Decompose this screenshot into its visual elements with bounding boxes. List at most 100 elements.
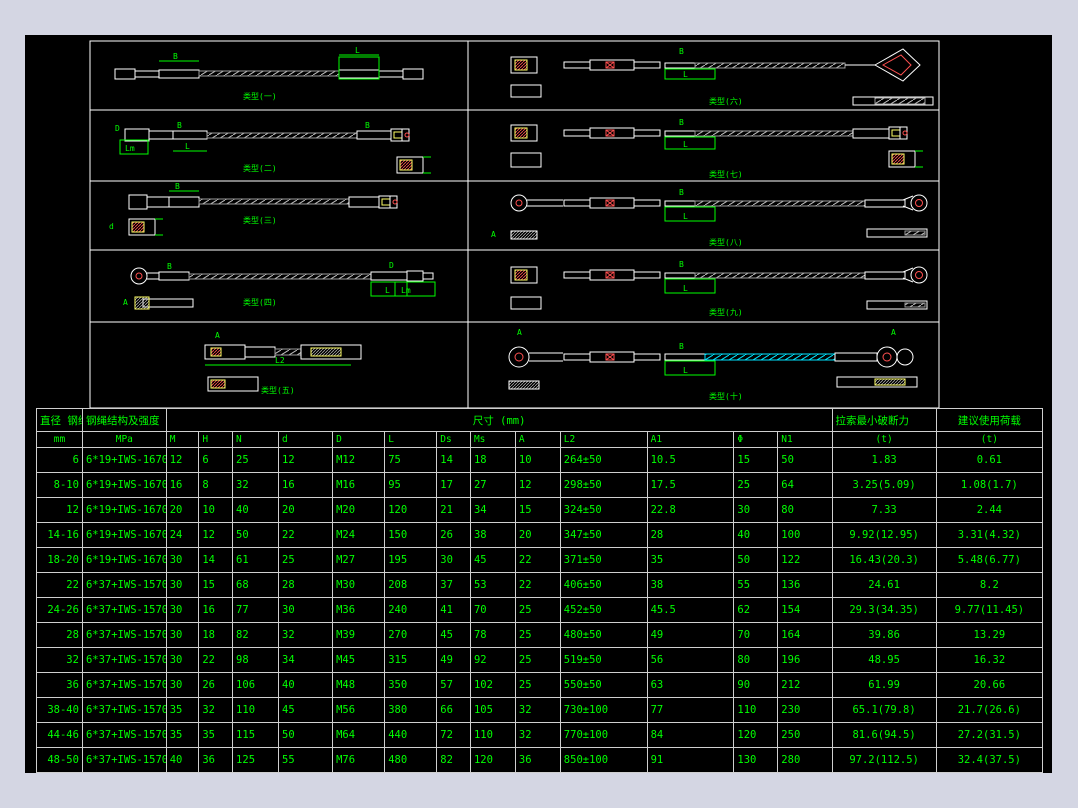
type-2-caption: 类型(二) (243, 163, 277, 173)
unit-cell: MPa (81, 431, 167, 448)
unit-cell: L2 (559, 431, 648, 448)
table-cell: M45 (332, 647, 386, 673)
table-cell: 20.66 (935, 672, 1044, 698)
header-working-load: 建议使用荷载 (935, 408, 1044, 432)
type-2-dim-b2: B (365, 121, 370, 130)
unit-cell: N (232, 431, 279, 448)
table-cell: 264±50 (559, 447, 648, 473)
table-cell: 53 (469, 572, 516, 598)
table-cell: 90 (733, 672, 779, 698)
table-cell: 6*37+IWS-1570 (81, 722, 167, 748)
table-cell: 10 (514, 447, 561, 473)
type-2-dim-l: L (185, 142, 190, 151)
table-cell: 406±50 (559, 572, 648, 598)
table-cell: 35 (198, 722, 234, 748)
table-cell: 30 (165, 672, 200, 698)
table-cell: 34 (469, 497, 516, 523)
table-cell: 26 (198, 672, 234, 698)
table-cell: 371±50 (559, 547, 648, 573)
unit-cell: H (198, 431, 234, 448)
table-cell: 120 (733, 722, 779, 748)
table-row: 44-46 6*37+IWS-1570 35 35 115 50 M64 440 72 110 32… (36, 722, 1044, 748)
table-cell: 324±50 (559, 497, 648, 523)
unit-cell: M (165, 431, 200, 448)
type-6-caption: 类型(六) (709, 96, 743, 106)
table-unit-row: mm MPa M H Nd D L Ds Ms A L2 A1 Φ N1 (t) (t) (36, 431, 1044, 448)
table-cell: 12 (198, 522, 234, 548)
table-cell: 97.2(112.5) (831, 747, 937, 773)
table-cell: 70 (469, 597, 516, 623)
table-cell: M39 (332, 622, 386, 648)
table-cell: 440 (384, 722, 438, 748)
table-cell: 81.6(94.5) (831, 722, 937, 748)
table-cell: 164 (777, 622, 833, 648)
type-4-dim-b: B (167, 262, 172, 271)
table-cell: 45.5 (646, 597, 735, 623)
type-10-dim-a: A (517, 328, 522, 337)
table-cell: 230 (777, 697, 833, 723)
table-cell: 72 (436, 722, 471, 748)
table-cell: 6*19+IWS-1670 (81, 497, 167, 523)
unit-cell: D (332, 431, 386, 448)
table-cell: 22 (514, 572, 561, 598)
table-cell: 30 (733, 497, 779, 523)
table-row: 12 6*19+IWS-1670 20 10 40 20 M20 120 21 34 15 324±5… (36, 497, 1044, 523)
table-cell: 37 (436, 572, 471, 598)
table-cell: 380 (384, 697, 438, 723)
type-10-caption: 类型(十) (709, 391, 743, 401)
table-cell: 92 (469, 647, 516, 673)
table-cell: 21.7(26.6) (935, 697, 1044, 723)
type-3-dim-d: d (109, 222, 114, 231)
table-cell: 32 (514, 722, 561, 748)
table-cell: 25 (733, 472, 779, 498)
type-8-dim-b: B (679, 188, 684, 197)
cad-viewport[interactable]: B L 类型(一) D Lm B L B 类型(二) B d 类型(三) B D… (25, 35, 1052, 773)
type-8-caption: 类型(八) (709, 237, 743, 247)
table-cell: 27 (469, 472, 516, 498)
table-cell: 36 (198, 747, 234, 773)
table-cell: 65.1(79.8) (831, 697, 937, 723)
table-cell: 18 (469, 447, 516, 473)
unit-cell: (t) (831, 431, 937, 448)
table-cell: 62 (733, 597, 779, 623)
table-cell: 16.32 (935, 647, 1044, 673)
table-cell: 519±50 (559, 647, 648, 673)
table-cell: M64 (332, 722, 386, 748)
table-cell: 22 (277, 522, 334, 548)
table-cell: M48 (332, 672, 386, 698)
type-4-dim-lm: Lm (401, 286, 411, 295)
table-cell: 32 (198, 697, 234, 723)
table-cell: 77 (646, 697, 735, 723)
table-cell: 78 (469, 622, 516, 648)
table-cell: 95 (384, 472, 438, 498)
type-5-drawing: A L2 类型(五) (204, 331, 362, 395)
table-cell: 10 (198, 497, 234, 523)
type-10-drawing: A B L A 类型(十) (508, 328, 918, 401)
table-cell: 550±50 (559, 672, 648, 698)
table-cell: 9.92(12.95) (831, 522, 937, 548)
type-4-drawing: B D L Lm A 类型(四) (123, 261, 436, 310)
table-cell: 45 (469, 547, 516, 573)
table-cell: 8 (198, 472, 234, 498)
table-cell: 347±50 (559, 522, 648, 548)
unit-cell: L (384, 431, 438, 448)
table-row: 28 6*37+IWS-1570 30 18 82 32 M39 270 45 78 25 480±5… (36, 622, 1044, 648)
table-cell: 91 (646, 747, 735, 773)
table-cell: M16 (332, 472, 386, 498)
table-cell: M24 (332, 522, 386, 548)
unit-cell: (t) (935, 431, 1044, 448)
table-cell: 8-10 (36, 472, 83, 498)
table-cell: 12 (165, 447, 200, 473)
table-cell: 120 (469, 747, 516, 773)
table-cell: 3.31(4.32) (935, 522, 1044, 548)
unit-cell: N1 (777, 431, 833, 448)
type-4-dim-d: D (389, 261, 394, 270)
specification-table: 直径 钢绳钢绳结构及强度尺寸 (mm)拉索最小破断力建议使用荷载mmMPaMHN… (36, 408, 1044, 773)
table-cell: 66 (436, 697, 471, 723)
table-cell: 68 (232, 572, 279, 598)
type-7-drawing: B L 类型(七) (510, 118, 924, 179)
table-row: 38-40 6*37+IWS-1570 35 32 110 45 M56 380 66 105 32… (36, 697, 1044, 723)
table-cell: 32 (277, 622, 334, 648)
table-cell: 14-16 (36, 522, 83, 548)
table-cell: M27 (332, 547, 386, 573)
